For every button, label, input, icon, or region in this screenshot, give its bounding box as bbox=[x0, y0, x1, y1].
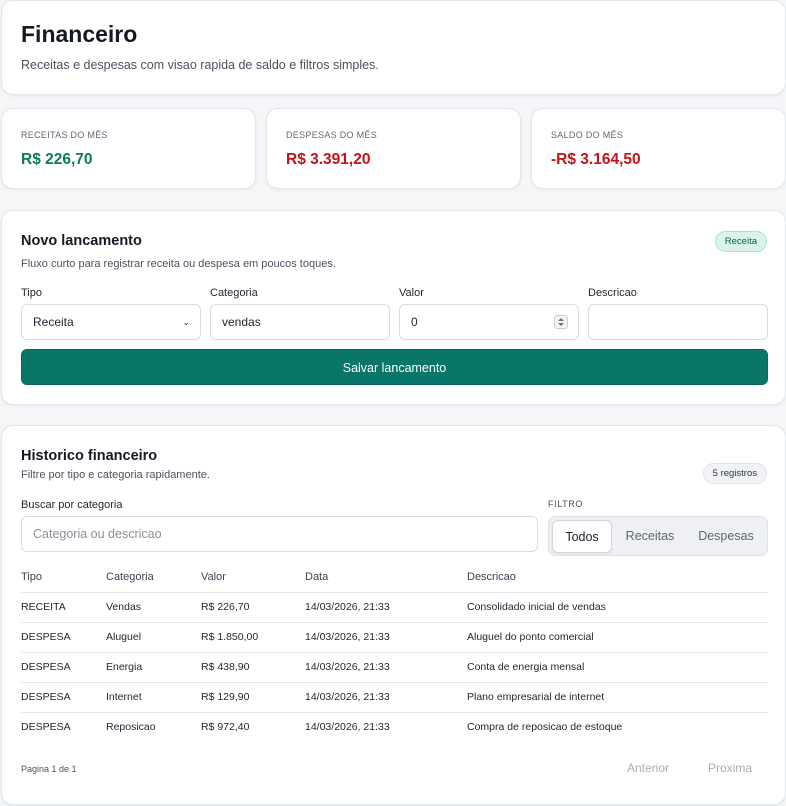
next-page-button[interactable]: Proxima bbox=[708, 761, 752, 775]
new-entry-card: Novo lancamento Fluxo curto para registr… bbox=[1, 210, 786, 405]
section-title: Historico financeiro bbox=[21, 448, 158, 464]
stat-label: SALDO DO MÊS bbox=[551, 130, 624, 140]
cell-descricao: Plano empresarial de internet bbox=[467, 682, 768, 713]
section-subtitle: Filtre por tipo e categoria rapidamente. bbox=[21, 469, 210, 481]
cell-tipo: RECEITA bbox=[21, 592, 106, 623]
stat-card-receitas: RECEITAS DO MÊS R$ 226,70 bbox=[1, 108, 256, 189]
cell-tipo: DESPESA bbox=[21, 622, 106, 653]
cell-descricao: Aluguel do ponto comercial bbox=[467, 622, 768, 653]
cell-categoria: Energia bbox=[106, 652, 201, 683]
descricao-label: Descricao bbox=[588, 287, 637, 299]
save-button[interactable]: Salvar lancamento bbox=[21, 349, 768, 385]
tipo-value: Receita bbox=[33, 315, 74, 329]
valor-value: 0 bbox=[411, 315, 418, 329]
tipo-label: Tipo bbox=[21, 287, 42, 299]
table-row[interactable]: DESPESA Reposicao R$ 972,40 14/03/2026, … bbox=[21, 712, 768, 742]
cell-data: 14/03/2026, 21:33 bbox=[305, 652, 467, 683]
column-header: Categoria bbox=[106, 562, 201, 593]
stat-value: R$ 226,70 bbox=[21, 151, 93, 168]
cell-tipo: DESPESA bbox=[21, 682, 106, 713]
cell-categoria: Aluguel bbox=[106, 622, 201, 653]
stat-card-saldo: SALDO DO MÊS -R$ 3.164,50 bbox=[531, 108, 786, 189]
cell-categoria: Reposicao bbox=[106, 721, 156, 734]
valor-label: Valor bbox=[399, 287, 424, 299]
search-label: Buscar por categoria bbox=[21, 499, 123, 511]
search-placeholder: Categoria ou descricao bbox=[33, 527, 162, 541]
cell-data: 14/03/2026, 21:33 bbox=[305, 592, 467, 623]
filter-receitas[interactable]: Receitas bbox=[617, 520, 683, 553]
cell-categoria: Internet bbox=[106, 682, 201, 713]
table-row[interactable]: DESPESA Aluguel R$ 1.850,00 14/03/2026, … bbox=[21, 622, 768, 653]
type-badge: Receita bbox=[714, 231, 767, 252]
table-row[interactable]: RECEITA Vendas R$ 226,70 14/03/2026, 21:… bbox=[21, 592, 768, 623]
stat-label: DESPESAS DO MÊS bbox=[286, 130, 378, 140]
descricao-input[interactable] bbox=[588, 304, 768, 340]
cell-valor: R$ 972,40 bbox=[201, 721, 250, 734]
cell-tipo: DESPESA bbox=[21, 652, 106, 683]
cell-descricao: Conta de energia mensal bbox=[467, 652, 768, 683]
records-badge: 5 registros bbox=[702, 463, 767, 484]
tipo-select[interactable]: Receita ⌄ bbox=[21, 304, 201, 340]
cell-valor: R$ 129,90 bbox=[201, 682, 305, 713]
page-info: Pagina 1 de 1 bbox=[21, 764, 77, 774]
stepper-icon[interactable] bbox=[554, 315, 568, 329]
history-table: Tipo Categoria Valor Data Descricao RECE… bbox=[21, 562, 768, 742]
chevron-down-icon: ⌄ bbox=[182, 317, 190, 327]
cell-valor: R$ 438,90 bbox=[201, 652, 305, 683]
cell-data: 14/03/2026, 21:33 bbox=[305, 721, 390, 734]
filter-label: FILTRO bbox=[548, 499, 583, 509]
history-card: Historico financeiro Filtre por tipo e c… bbox=[1, 425, 786, 805]
column-header: Descricao bbox=[467, 562, 768, 593]
stat-value: -R$ 3.164,50 bbox=[551, 151, 641, 168]
filter-segmented-control: Todos Receitas Despesas bbox=[548, 516, 768, 556]
cell-data: 14/03/2026, 21:33 bbox=[305, 682, 467, 713]
cell-descricao: Consolidado inicial de vendas bbox=[467, 592, 768, 623]
prev-page-button[interactable]: Anterior bbox=[627, 761, 669, 775]
section-title: Novo lancamento bbox=[21, 233, 142, 249]
cell-categoria: Vendas bbox=[106, 592, 201, 623]
stat-value: R$ 3.391,20 bbox=[286, 151, 371, 168]
categoria-input[interactable]: vendas bbox=[210, 304, 390, 340]
column-header: Valor bbox=[201, 562, 305, 593]
table-row[interactable]: DESPESA Energia R$ 438,90 14/03/2026, 21… bbox=[21, 652, 768, 683]
page-title: Financeiro bbox=[21, 21, 138, 47]
table-header-row: Tipo Categoria Valor Data Descricao bbox=[21, 562, 768, 593]
filter-despesas[interactable]: Despesas bbox=[689, 520, 763, 553]
valor-input[interactable]: 0 bbox=[399, 304, 579, 340]
cell-tipo: DESPESA bbox=[21, 721, 71, 734]
filter-todos[interactable]: Todos bbox=[552, 520, 612, 553]
cell-valor: R$ 226,70 bbox=[201, 592, 305, 623]
stat-card-despesas: DESPESAS DO MÊS R$ 3.391,20 bbox=[266, 108, 521, 189]
column-header: Data bbox=[305, 562, 467, 593]
stat-label: RECEITAS DO MÊS bbox=[21, 130, 108, 140]
categoria-value: vendas bbox=[222, 315, 261, 329]
categoria-label: Categoria bbox=[210, 287, 258, 299]
page-subtitle: Receitas e despesas com visao rapida de … bbox=[21, 58, 379, 72]
cell-data: 14/03/2026, 21:33 bbox=[305, 622, 467, 653]
table-row[interactable]: DESPESA Internet R$ 129,90 14/03/2026, 2… bbox=[21, 682, 768, 713]
section-subtitle: Fluxo curto para registrar receita ou de… bbox=[21, 258, 336, 270]
cell-valor: R$ 1.850,00 bbox=[201, 622, 305, 653]
column-header: Tipo bbox=[21, 562, 106, 593]
cell-descricao: Compra de reposicao de estoque bbox=[467, 721, 623, 734]
search-input[interactable]: Categoria ou descricao bbox=[21, 516, 538, 552]
page-header: Financeiro Receitas e despesas com visao… bbox=[1, 0, 786, 95]
